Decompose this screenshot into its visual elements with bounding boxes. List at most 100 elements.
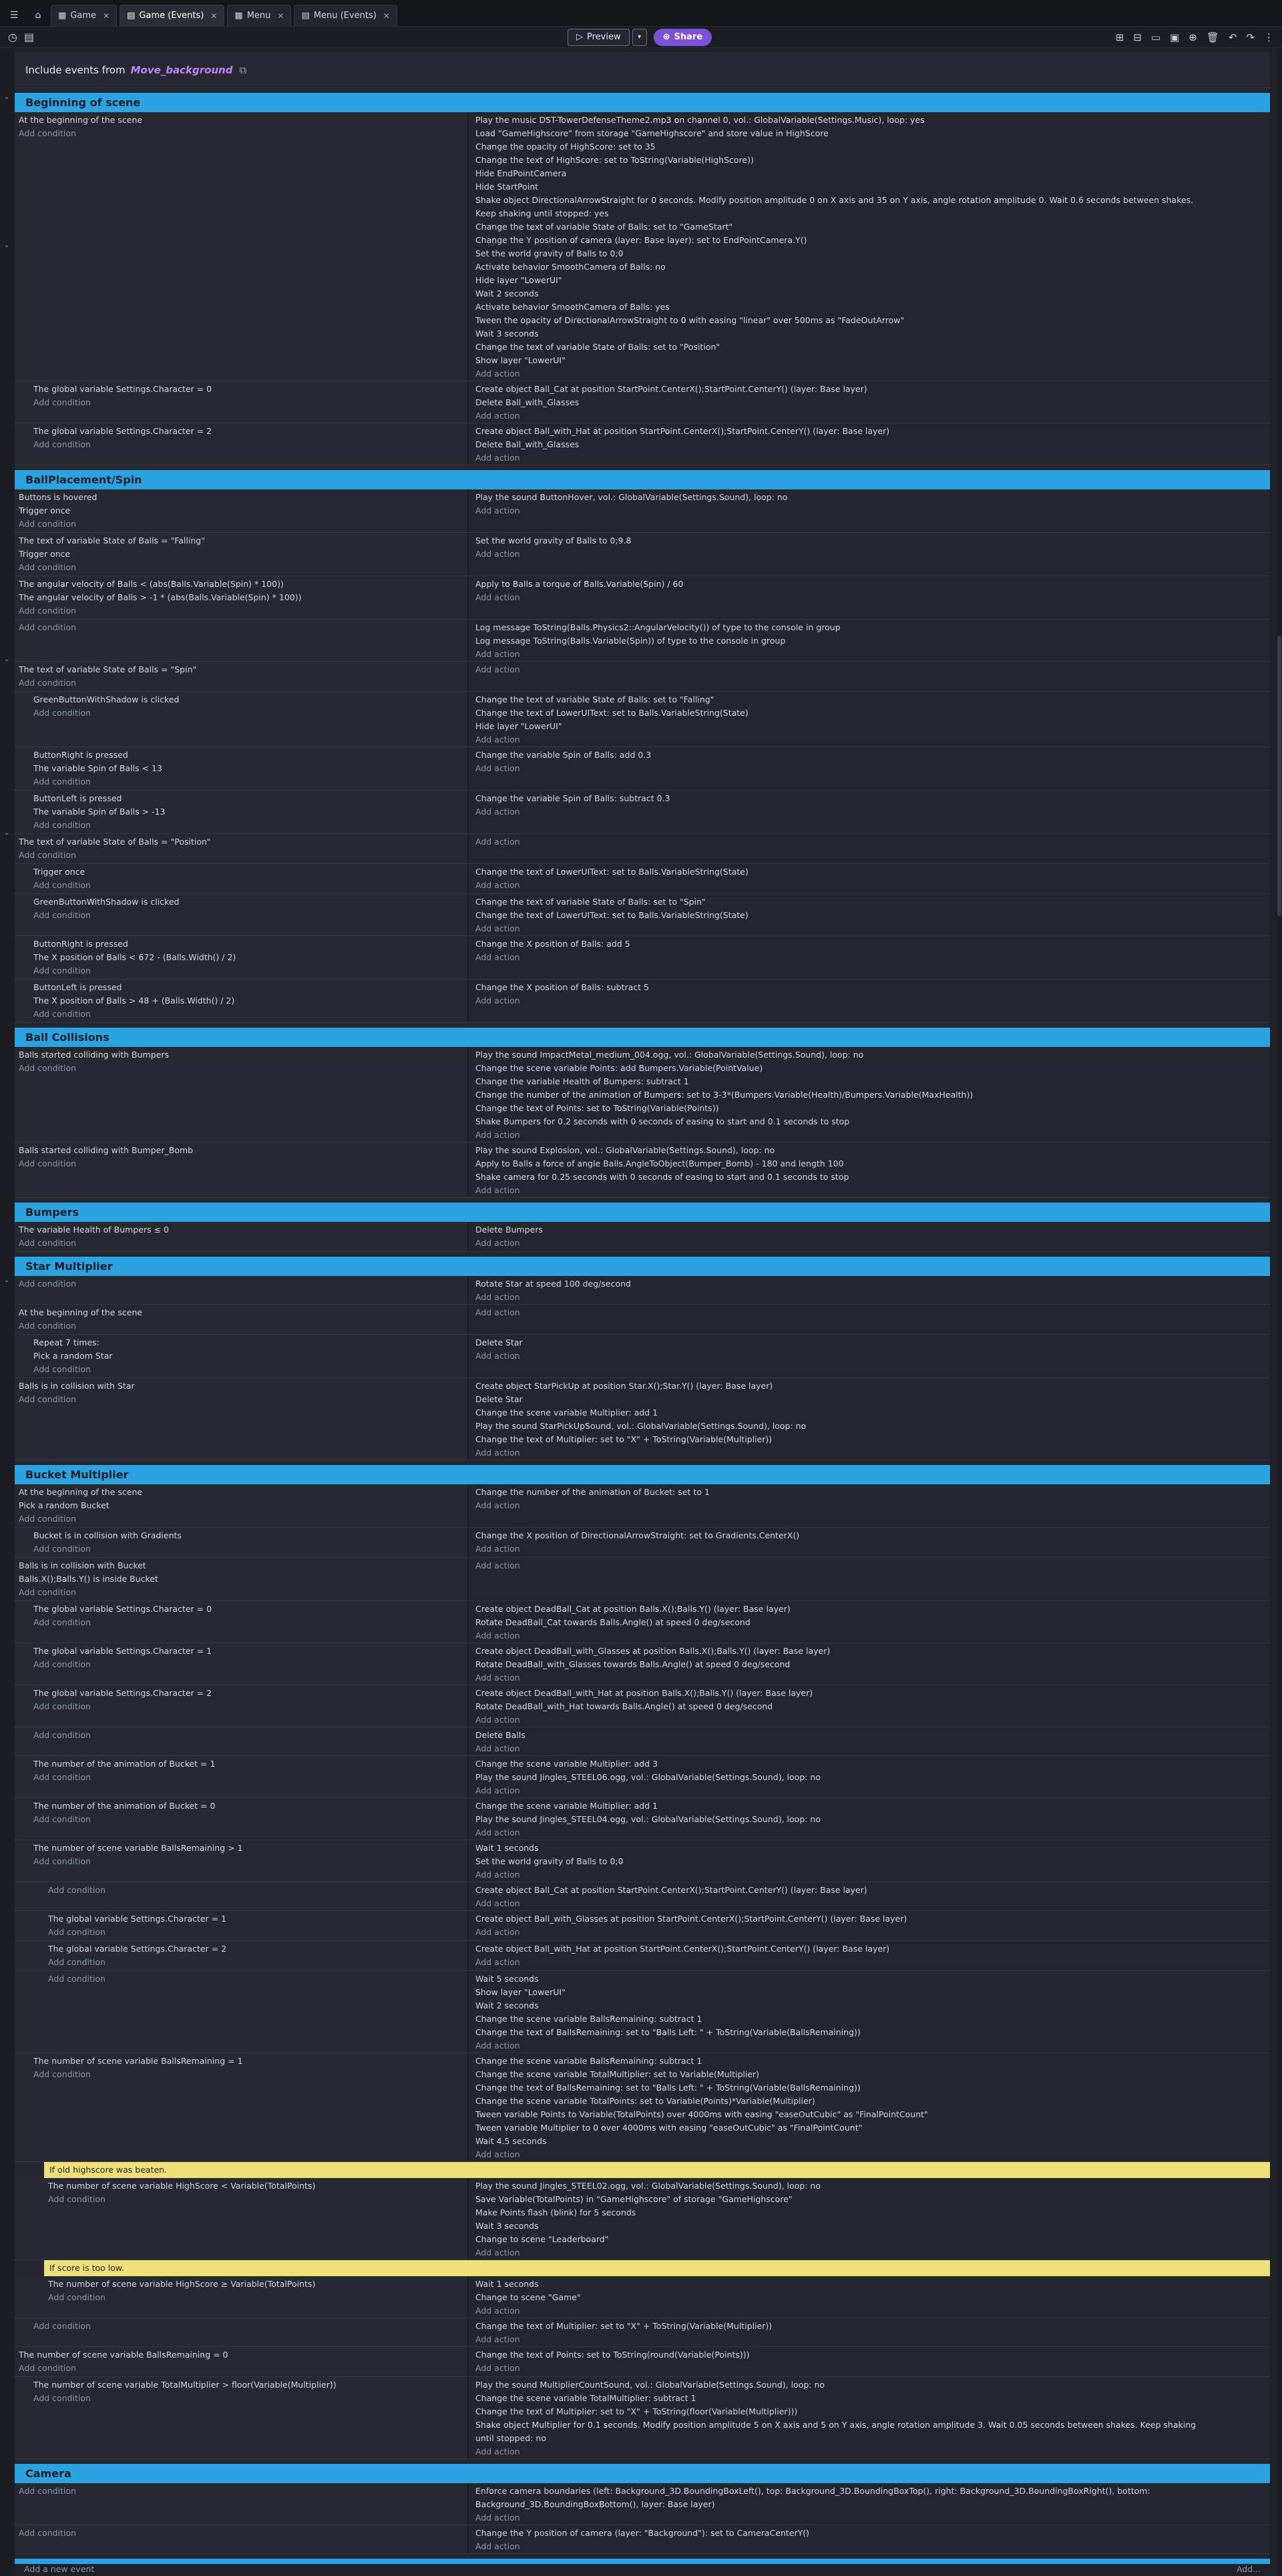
action-line[interactable]: Play the music DST-TowerDefenseTheme2.mp… [471, 114, 1270, 127]
close-icon[interactable]: ✕ [210, 11, 217, 21]
action-line[interactable]: Change the scene variable Multiplier: ad… [471, 1406, 1270, 1420]
condition-line[interactable]: The number of scene variable BallsRemain… [15, 2348, 467, 2362]
add-action-link[interactable]: Add action [471, 451, 1270, 465]
action-line[interactable]: Change the scene variable BallsRemaining… [471, 2012, 1270, 2026]
add-action-link[interactable]: Add action [471, 1826, 1270, 1840]
add-condition-link[interactable]: Add condition [15, 1277, 467, 1291]
collapse-arrow-icon[interactable]: ⌄ [4, 656, 9, 663]
action-line[interactable]: Change the text of Points: set to ToStri… [471, 2348, 1270, 2362]
tab-2[interactable]: ▦ Menu ✕ [227, 5, 292, 26]
add-condition-link[interactable]: Add condition [29, 879, 467, 892]
add-action-link[interactable]: Add action [471, 1499, 1270, 1512]
condition-line[interactable]: At the beginning of the scene [15, 1306, 467, 1319]
action-line[interactable]: Create object DeadBall_with_Glasses at p… [471, 1645, 1270, 1658]
add-condition-link[interactable]: Add condition [15, 517, 467, 531]
condition-line[interactable]: The number of scene variable HighScore ≥… [44, 2278, 467, 2291]
add-condition-link[interactable]: Add condition [15, 2485, 467, 2498]
action-line[interactable]: Show layer "LowerUI" [471, 354, 1270, 367]
add-action-link[interactable]: Add action [471, 409, 1270, 423]
comment-row[interactable]: If score is too low. [44, 2260, 1270, 2276]
tab-1[interactable]: ▤ Game (Events) ✕ [120, 5, 225, 26]
home-icon[interactable]: ⌂ [29, 7, 47, 24]
add-action-link[interactable]: Add action [471, 548, 1270, 561]
action-line[interactable]: Change the text of variable State of Bal… [471, 693, 1270, 706]
action-line[interactable]: Delete Star [471, 1336, 1270, 1349]
action-line[interactable]: Delete Ball_with_Glasses [471, 438, 1270, 451]
action-line[interactable]: Change the text of LowerUIText: set to B… [471, 706, 1270, 720]
add-condition-link[interactable]: Add condition [44, 1884, 467, 1897]
add-event-icon[interactable]: ▤ [24, 31, 34, 43]
action-line[interactable]: Play the sound Explosion, vol.: GlobalVa… [471, 1144, 1270, 1157]
add-condition-link[interactable]: Add condition [29, 1542, 467, 1556]
add-action-link[interactable]: Add action [471, 1349, 1270, 1363]
action-line[interactable]: Apply to Balls a force of angle Balls.An… [471, 1157, 1270, 1170]
add-condition-link[interactable]: Add condition [15, 1062, 467, 1075]
add-action-link[interactable]: Add action [471, 762, 1270, 775]
add-condition-link[interactable]: Add condition [29, 1008, 467, 1021]
add-other-icon[interactable]: ⊕ [1189, 31, 1197, 43]
condition-line[interactable]: Trigger once [29, 865, 467, 879]
action-line[interactable]: Wait 3 seconds [471, 2219, 1270, 2233]
add-group-icon[interactable]: ▣ [1170, 31, 1179, 43]
action-line[interactable]: Change the scene variable TotalPoints: s… [471, 2095, 1270, 2108]
condition-line[interactable]: Repeat 7 times: [29, 1336, 467, 1349]
add-condition-link[interactable]: Add condition [44, 1972, 467, 1986]
add-condition-link[interactable]: Add condition [44, 1926, 467, 1939]
action-line[interactable]: Change the scene variable BallsRemaining… [471, 2055, 1270, 2068]
add-condition-link[interactable]: Add condition [29, 1658, 467, 1671]
action-line[interactable]: Rotate DeadBall_Cat towards Balls.Angle(… [471, 1616, 1270, 1629]
condition-line[interactable]: The number of the animation of Bucket = … [29, 1799, 467, 1813]
action-line[interactable]: Change to scene "Leaderboard" [471, 2233, 1270, 2246]
add-condition-link[interactable]: Add condition [15, 621, 467, 634]
condition-line[interactable]: Buttons is hovered [15, 491, 467, 504]
action-line[interactable]: Hide layer "LowerUI" [471, 720, 1270, 733]
add-action-link[interactable]: Add action [471, 2333, 1270, 2346]
action-line[interactable]: Change the text of variable State of Bal… [471, 895, 1270, 909]
add-condition-link[interactable]: Add condition [29, 1700, 467, 1713]
action-line[interactable]: Change the text of HighScore: set to ToS… [471, 154, 1270, 167]
add-action-link[interactable]: Add action [471, 1291, 1270, 1304]
preview-button[interactable]: ▷ Preview [568, 28, 630, 46]
condition-line[interactable]: Pick a random Star [29, 1349, 467, 1363]
event-group-header[interactable]: Ball Collisions [15, 1027, 1270, 1047]
add-comment-icon[interactable]: ▭ [1151, 31, 1160, 43]
action-line[interactable]: Change the text of Points: set to ToStri… [471, 1102, 1270, 1115]
event-group-header[interactable]: BallPlacement/Spin [15, 469, 1270, 489]
add-condition-link[interactable]: Add condition [15, 127, 467, 140]
action-line[interactable]: Set the world gravity of Balls to 0;0 [471, 1855, 1270, 1868]
add-action-link[interactable]: Add action [471, 2148, 1270, 2161]
history-icon[interactable]: ◷ [8, 31, 17, 43]
add-action-link[interactable]: Add action [471, 1184, 1270, 1197]
action-line[interactable]: Change the X position of Balls: subtract… [471, 981, 1270, 994]
add-action-link[interactable]: Add action [471, 1868, 1270, 1882]
condition-line[interactable]: The global variable Settings.Character =… [29, 383, 467, 396]
add-condition-link[interactable]: Add condition [15, 561, 467, 574]
action-line[interactable]: Wait 4.5 seconds [471, 2135, 1270, 2148]
menu-icon[interactable]: ☰ [5, 7, 23, 24]
collapse-arrow-icon[interactable]: ⌄ [4, 1277, 9, 1284]
add-action-link[interactable]: Add action [471, 2511, 1270, 2525]
add-action-link[interactable]: Add action [471, 1128, 1270, 1142]
collapse-arrow-icon[interactable]: ⌄ [4, 829, 9, 837]
add-condition-link[interactable]: Add condition [44, 2193, 467, 2206]
close-icon[interactable]: ✕ [103, 11, 110, 21]
add-condition-link[interactable]: Add condition [29, 1729, 467, 1742]
add-condition-link[interactable]: Add condition [15, 2362, 467, 2375]
add-condition-link[interactable]: Add condition [29, 2068, 467, 2081]
action-line[interactable]: Save Variable(TotalPoints) in "GameHighs… [471, 2193, 1270, 2206]
more-icon[interactable]: ⋮ [1264, 31, 1274, 43]
action-line[interactable]: Change the X position of DirectionalArro… [471, 1529, 1270, 1542]
action-line[interactable]: Create object StarPickUp at position Sta… [471, 1379, 1270, 1393]
action-line[interactable]: Create object DeadBall_Cat at position B… [471, 1602, 1270, 1616]
action-line[interactable]: Keep shaking until stopped: yes [471, 207, 1270, 220]
action-line[interactable]: Change the opacity of HighScore: set to … [471, 140, 1270, 154]
action-line[interactable]: Hide EndPointCamera [471, 167, 1270, 180]
condition-line[interactable]: The X position of Balls > 48 + (Balls.Wi… [29, 994, 467, 1008]
redo-icon[interactable]: ↷ [1246, 31, 1255, 43]
action-line[interactable]: Tween variable Multiplier to 0 over 4000… [471, 2121, 1270, 2135]
action-line[interactable]: Change the scene variable TotalMultiplie… [471, 2392, 1270, 2405]
action-line[interactable]: Change the variable Spin of Balls: add 0… [471, 748, 1270, 762]
add-condition-link[interactable]: Add condition [29, 706, 467, 720]
action-line[interactable]: Play the sound Jingles_STEEL04.ogg, vol.… [471, 1813, 1270, 1826]
action-line[interactable]: Create object Ball_Cat at position Start… [471, 383, 1270, 396]
